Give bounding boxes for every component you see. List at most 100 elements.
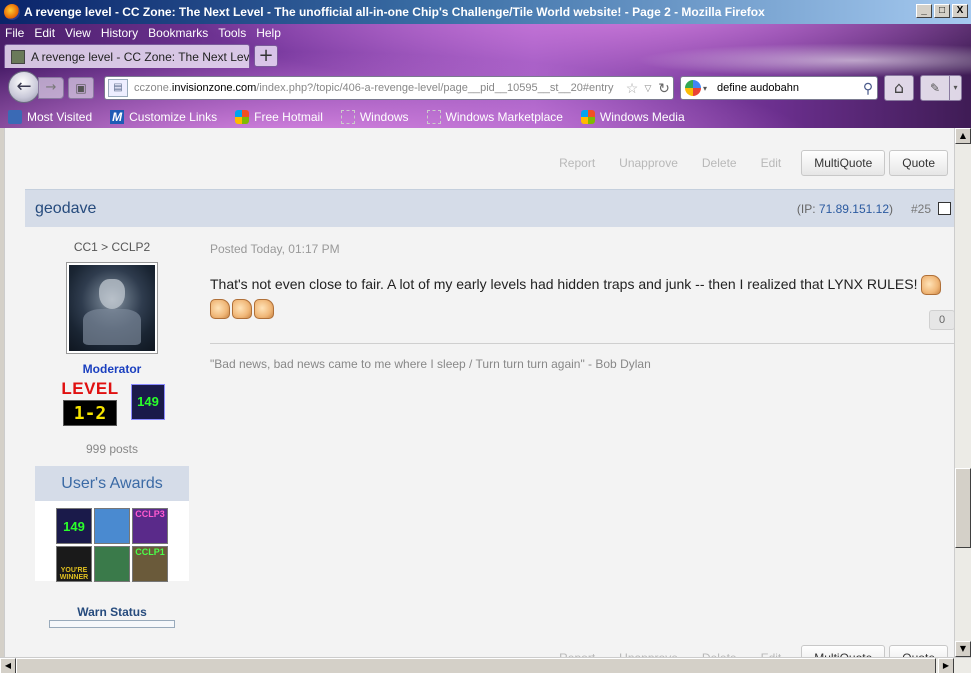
post-author-link[interactable]: geodave [35,200,96,218]
award-icon[interactable] [94,508,130,544]
bookmark-windows-marketplace[interactable]: Windows Marketplace [419,110,563,124]
forward-button[interactable]: → [38,77,64,99]
signature-divider [210,343,954,344]
bookmark-windows-media[interactable]: Windows Media [573,110,685,124]
firefox-icon [4,4,20,20]
score-badge: 149 [131,384,165,420]
user-sidebar: CC1 > CCLP2 Moderator LEVEL 1-2 149 999 … [35,240,189,628]
scroll-down-arrow-icon[interactable]: ▼ [955,641,971,657]
user-rank: CC1 > CCLP2 [73,240,151,254]
thumbs-up-icon [254,299,274,320]
window-title-bar: A revenge level - CC Zone: The Next Leve… [0,0,971,24]
quote-button[interactable]: Quote [889,150,948,176]
report-link[interactable]: Report [559,156,595,170]
url-text: cczone.invisionzone.com/index.php?/topic… [134,82,614,94]
menu-edit[interactable]: Edit [29,24,60,42]
warn-status-label: Warn Status [77,605,147,619]
bookmarks-toolbar: Most Visited M Customize Links Free Hotma… [0,107,695,127]
post-number-link[interactable]: #25 [911,202,931,216]
post-ip: (IP: 71.89.151.12) [796,202,893,216]
tab-label: A revenge level - CC Zone: The Next Leve… [31,49,250,64]
page-content: Report Unapprove Delete Edit MultiQuote … [4,128,954,657]
scroll-right-arrow-icon[interactable]: ▶ [938,658,954,673]
delete-link[interactable]: Delete [702,156,737,170]
award-icon[interactable] [94,546,130,582]
ip-link[interactable]: 71.89.151.12 [819,202,889,216]
menu-view[interactable]: View [60,24,96,42]
avatar[interactable] [66,262,158,354]
search-icon[interactable]: ⚲ [859,80,877,97]
thumbs-up-icon [232,299,252,320]
windows-logo-icon [580,110,595,124]
folder-icon [340,110,355,124]
level-badge: LEVEL 1-2 [59,380,121,426]
search-engine-dropdown-icon[interactable]: ▾ [703,84,707,93]
page-tools-icon[interactable]: ▣ [68,77,94,99]
folder-icon [426,110,441,124]
menu-help[interactable]: Help [251,24,286,42]
back-button[interactable]: ← [8,71,40,103]
menu-tools[interactable]: Tools [213,24,251,42]
vertical-scroll-thumb[interactable] [955,468,971,548]
google-icon[interactable] [685,80,701,96]
user-role: Moderator [82,362,142,376]
most-visited-icon [8,110,22,124]
award-icon[interactable]: CCLP3 [132,508,168,544]
close-button[interactable]: X [952,4,968,18]
maximize-button[interactable]: □ [934,4,950,18]
bookmark-windows[interactable]: Windows [333,110,409,124]
url-bar[interactable]: ▤ cczone.invisionzone.com/index.php?/top… [104,76,674,100]
reputation-count[interactable]: 0 [929,310,954,330]
award-trophy-icon[interactable]: YOU'RE WINNER [56,546,92,582]
bookmark-most-visited[interactable]: Most Visited [0,110,92,124]
level-label: LEVEL [61,379,119,398]
site-favicon-icon [11,49,25,64]
unapprove-link[interactable]: Unapprove [619,156,678,170]
tab-strip: A revenge level - CC Zone: The Next Leve… [4,44,278,68]
site-identity-icon[interactable]: ▤ [108,79,128,97]
scroll-left-arrow-icon[interactable]: ◀ [0,658,16,673]
vertical-scrollbar[interactable]: ▲ ▼ [954,128,971,657]
minimize-button[interactable]: _ [916,4,932,18]
award-icon[interactable]: 149 [56,508,92,544]
addon-icon[interactable]: ✎ [920,75,950,101]
reload-icon[interactable]: ↻ [655,80,673,97]
scroll-up-arrow-icon[interactable]: ▲ [955,128,971,144]
navigation-bar: ← → ▣ ▤ cczone.invisionzone.com/index.ph… [0,69,971,103]
post-controls-bottom: Report Unapprove Delete Edit MultiQuote … [535,645,948,657]
tab-active[interactable]: A revenge level - CC Zone: The Next Leve… [4,44,250,68]
menu-bar: File Edit View History Bookmarks Tools H… [0,24,286,42]
search-bar[interactable]: ▾ define audobahn ⚲ [680,76,878,100]
bookmark-customize-links[interactable]: M Customize Links [102,110,217,124]
post-text: That's not even close to fair. A lot of … [210,272,954,320]
home-button[interactable]: ⌂ [884,75,914,101]
menu-file[interactable]: File [0,24,29,42]
browser-chrome: File Edit View History Bookmarks Tools H… [0,24,971,128]
post-count: 999 posts [85,442,139,456]
window-title: A revenge level - CC Zone: The Next Leve… [24,5,765,19]
post-body: Posted Today, 01:17 PM That's not even c… [210,242,954,371]
url-dropdown-icon[interactable]: ▽ [641,83,655,94]
signature: "Bad news, bad news came to me where I s… [210,357,651,371]
new-tab-button[interactable]: + [254,45,278,67]
quote-button[interactable]: Quote [889,645,948,657]
msn-icon: M [110,110,125,124]
thumbs-up-icon [210,299,230,320]
post-header: geodave (IP: 71.89.151.12) #25 [25,189,954,227]
user-awards-panel: User's Awards 149 CCLP3 YOU'RE WINNER CC… [35,466,189,582]
edit-link[interactable]: Edit [761,156,782,170]
multiquote-button[interactable]: MultiQuote [801,150,886,176]
menu-bookmarks[interactable]: Bookmarks [143,24,213,42]
multiquote-button[interactable]: MultiQuote [801,645,886,657]
horizontal-scroll-thumb[interactable] [16,658,936,673]
search-input[interactable]: define audobahn [717,82,859,94]
award-icon[interactable]: CCLP1 [132,546,168,582]
addon-dropdown-icon[interactable]: ▾ [950,75,962,101]
level-value: 1-2 [63,400,117,426]
bookmark-free-hotmail[interactable]: Free Hotmail [227,110,323,124]
post-controls-top: Report Unapprove Delete Edit MultiQuote … [535,150,948,176]
bookmark-star-icon[interactable]: ☆ [623,80,641,97]
menu-history[interactable]: History [96,24,143,42]
horizontal-scrollbar[interactable]: ◀ ▶ [0,657,971,673]
post-select-checkbox[interactable] [938,202,951,215]
